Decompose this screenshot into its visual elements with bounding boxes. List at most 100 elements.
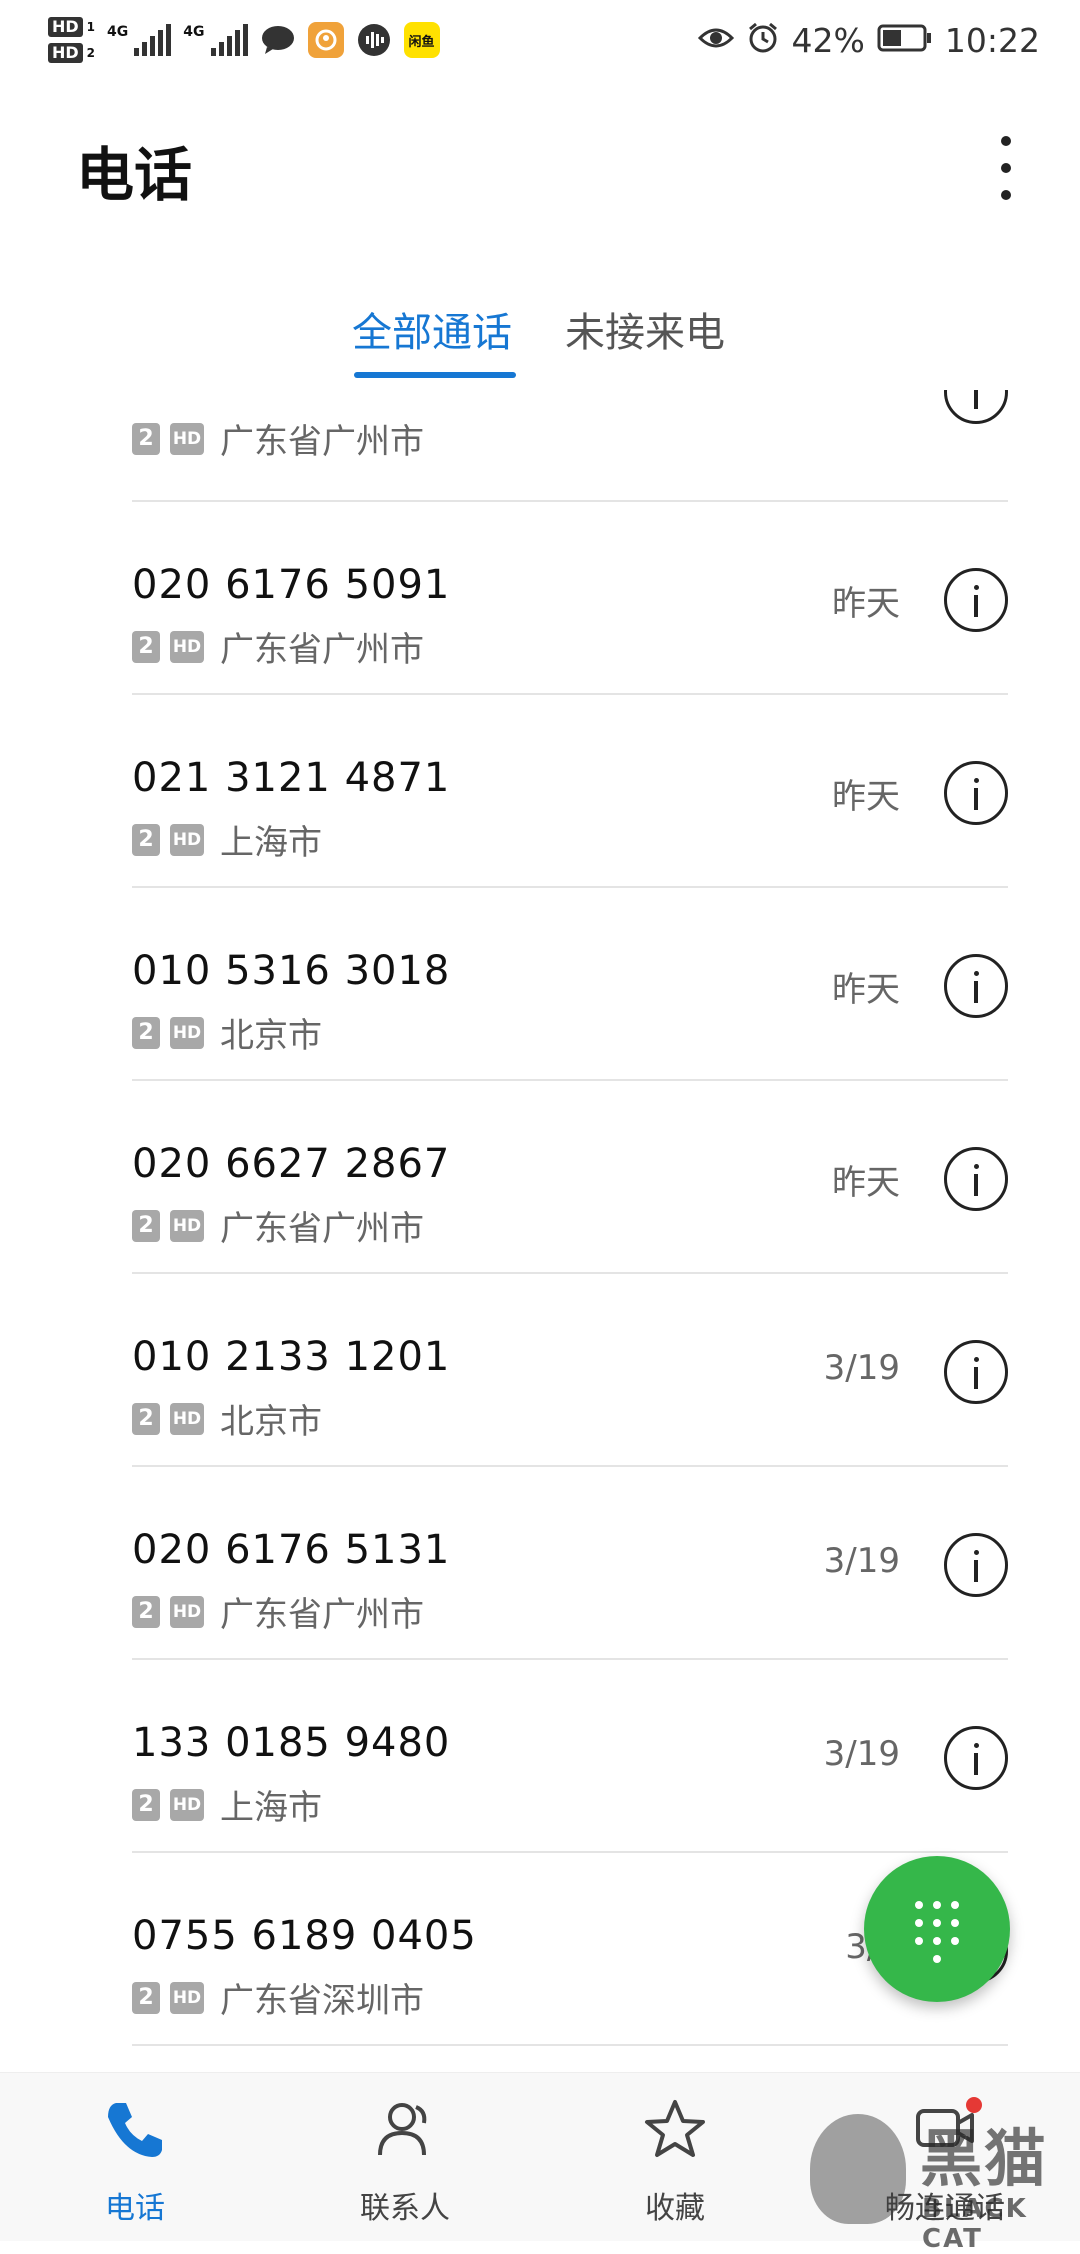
call-time: 昨天 — [832, 777, 900, 817]
sim-badge: 2 — [132, 1595, 160, 1628]
phone-number: 0755 6189 0405 — [132, 1913, 477, 1959]
active-tab-indicator — [354, 372, 516, 378]
info-icon[interactable] — [944, 1726, 1008, 1790]
call-meta: 2 HD 广东省广州市 — [132, 622, 424, 671]
hd-call-badge: HD — [170, 823, 204, 856]
hd1-sub: 1 — [86, 20, 96, 34]
call-log-row[interactable]: 021 3121 4871 2 HD 上海市 昨天 — [132, 695, 1008, 888]
alarm-icon — [746, 21, 780, 59]
call-location: 北京市 — [220, 1016, 322, 1056]
page-title: 电话 — [76, 141, 193, 209]
call-location: 广东省广州市 — [220, 630, 424, 670]
call-location: 上海市 — [220, 823, 322, 863]
xianyu-notification-icon: 闲鱼 — [403, 22, 440, 58]
call-log-row[interactable]: 2 HD 广东省广州市 — [132, 390, 1008, 502]
call-meta: 2 HD 上海市 — [132, 815, 322, 864]
hd-call-badge: HD — [170, 1981, 204, 2014]
nav-label: 收藏 — [645, 2191, 705, 2226]
call-meta: 2 HD 广东省广州市 — [132, 414, 424, 463]
net-type-1: 4G — [107, 24, 129, 40]
black-cat-watermark: 黑猫 BLACK CAT — [810, 2108, 1072, 2254]
clock: 10:22 — [944, 20, 1040, 60]
call-log-row[interactable]: 020 6176 5131 2 HD 广东省广州市 3/19 — [132, 1467, 1008, 1660]
call-location: 广东省广州市 — [220, 1595, 424, 1635]
call-log-row[interactable]: 010 5316 3018 2 HD 北京市 昨天 — [132, 888, 1008, 1081]
info-icon[interactable] — [944, 568, 1008, 632]
hd-call-badge: HD — [170, 1209, 204, 1242]
tab-missed-calls[interactable]: 未接来电 — [565, 300, 725, 358]
more-vert-icon — [1001, 190, 1011, 200]
nav-favorites[interactable]: 收藏 — [540, 2073, 810, 2241]
battery-icon — [877, 23, 933, 57]
phone-number: 010 2133 1201 — [132, 1334, 451, 1380]
hd-call-badge: HD — [170, 1595, 204, 1628]
call-meta: 2 HD 广东省广州市 — [132, 1201, 424, 1250]
watermark-subtitle: BLACK CAT — [922, 2194, 1028, 2254]
sim-badge: 2 — [132, 1016, 160, 1049]
call-log-list[interactable]: 2 HD 广东省广州市 020 6176 5091 2 HD 广东省广州市 昨天… — [132, 390, 1008, 2050]
call-log-row[interactable]: 020 6627 2867 2 HD 广东省广州市 昨天 — [132, 1081, 1008, 1274]
info-icon[interactable] — [944, 954, 1008, 1018]
nav-label: 联系人 — [360, 2191, 450, 2226]
sim-badge: 2 — [132, 1788, 160, 1821]
more-vert-icon — [1001, 136, 1011, 146]
hd-call-badge: HD — [170, 1402, 204, 1435]
call-tabs: 全部通话 未接来电 — [0, 300, 1080, 380]
nav-phone[interactable]: 电话 — [0, 2073, 270, 2241]
hd2-indicator: HD 2 — [48, 43, 95, 63]
sim-badge: 2 — [132, 1209, 160, 1242]
watermark-title: 黑猫 — [920, 2122, 1049, 2195]
dialpad-icon — [915, 1901, 959, 1963]
signal-1: 4G — [107, 24, 172, 56]
call-log-row[interactable]: 133 0185 9480 2 HD 上海市 3/19 — [132, 1660, 1008, 1853]
hd-call-badge: HD — [170, 1016, 204, 1049]
info-icon[interactable] — [944, 761, 1008, 825]
phone-number: 133 0185 9480 — [132, 1720, 451, 1766]
nav-label: 电话 — [105, 2191, 165, 2226]
info-icon[interactable] — [944, 1147, 1008, 1211]
call-time: 昨天 — [832, 970, 900, 1010]
hd-call-badge: HD — [170, 630, 204, 663]
phone-number: 010 5316 3018 — [132, 948, 451, 994]
hd2-sub: 2 — [86, 46, 96, 60]
sim-badge: 2 — [132, 823, 160, 856]
call-location: 广东省广州市 — [220, 1209, 424, 1249]
tab-all-calls[interactable]: 全部通话 — [352, 300, 512, 358]
hd2-badge: HD — [48, 43, 83, 63]
hd1-indicator: HD 1 — [48, 17, 95, 37]
status-bar-left: HD 1 HD 2 4G 4G 闲鱼 — [48, 17, 440, 63]
sim-badge: 2 — [132, 422, 160, 455]
call-time: 3/19 — [823, 1734, 900, 1774]
app-bar: 电话 — [0, 80, 1080, 250]
call-meta: 2 HD 北京市 — [132, 1008, 322, 1057]
net-type-2: 4G — [183, 24, 205, 40]
more-options-button[interactable] — [986, 136, 1026, 200]
battery-percent: 42% — [791, 20, 865, 60]
nav-contacts[interactable]: 联系人 — [270, 2073, 540, 2241]
call-location: 广东省广州市 — [220, 422, 424, 462]
info-icon[interactable] — [944, 390, 1008, 424]
status-bar-right: 42% 10:22 — [697, 20, 1040, 60]
call-log-row[interactable]: 020 6176 5091 2 HD 广东省广州市 昨天 — [132, 502, 1008, 695]
voice-notification-icon — [356, 22, 392, 58]
phone-number: 021 3121 4871 — [132, 755, 451, 801]
chat-notification-icon — [260, 22, 296, 58]
star-icon — [645, 2100, 705, 2157]
hd-call-badge: HD — [170, 1788, 204, 1821]
phone-icon — [108, 2103, 162, 2157]
call-meta: 2 HD 广东省广州市 — [132, 1587, 424, 1636]
call-location: 上海市 — [220, 1788, 322, 1828]
call-location: 北京市 — [220, 1402, 322, 1442]
sim-badge: 2 — [132, 1981, 160, 2014]
app-notification-icon — [307, 22, 344, 58]
call-meta: 2 HD 上海市 — [132, 1780, 322, 1829]
info-icon[interactable] — [944, 1340, 1008, 1404]
call-time: 3/19 — [823, 1348, 900, 1388]
call-log-row[interactable]: 010 2133 1201 2 HD 北京市 3/19 — [132, 1274, 1008, 1467]
info-icon[interactable] — [944, 1533, 1008, 1597]
dialpad-button[interactable] — [864, 1856, 1010, 2002]
signal-2: 4G — [183, 24, 248, 56]
hd-call-badge: HD — [170, 422, 204, 455]
call-time: 3/19 — [823, 1541, 900, 1581]
phone-number: 020 6176 5091 — [132, 562, 451, 608]
